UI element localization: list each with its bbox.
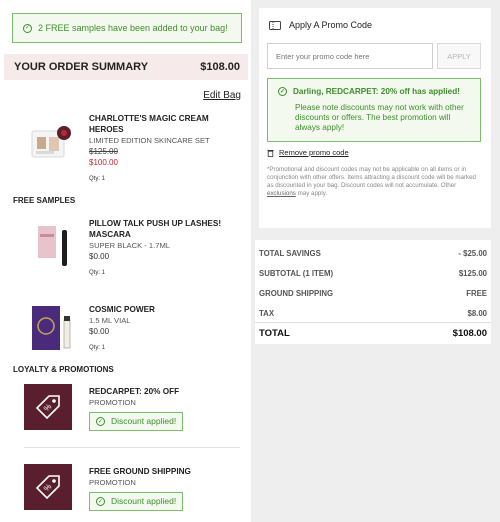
product-image [24, 119, 74, 169]
discount-applied-badge: ✓ Discount applied! [89, 412, 184, 431]
order-summary-total: $108.00 [200, 61, 240, 73]
grand-total-value: $108.00 [452, 328, 487, 339]
sample-quantity: Qty: 1 [89, 345, 106, 351]
loyalty-promotions-title: LOYALTY & PROMOTIONS [13, 365, 114, 374]
grand-total-row: TOTAL $108.00 [259, 328, 487, 339]
tax-row: TAX $8.00 [259, 309, 487, 318]
total-savings-row: TOTAL SAVINGS - $25.00 [259, 249, 487, 258]
promo-code-title: Apply A Promo Code [289, 20, 373, 30]
shipping-value: FREE [466, 289, 487, 298]
promo-code-panel: Apply A Promo Code APPLY ✓ Darling, REDC… [259, 8, 491, 228]
total-savings-value: - $25.00 [458, 249, 487, 258]
product-name[interactable]: CHARLOTTE'S MAGIC CREAM HEROES [89, 113, 239, 135]
product-variant: LIMITED EDITION SKINCARE SET [89, 136, 210, 145]
free-samples-title: FREE SAMPLES [13, 196, 76, 205]
sample-price: $0.00 [89, 327, 110, 336]
promotion-type: PROMOTION [89, 398, 136, 407]
grand-total-label: TOTAL [259, 328, 290, 339]
promo-success-body: Please note discounts may not work with … [295, 103, 464, 132]
apply-button[interactable]: APPLY [437, 43, 481, 69]
ticket-icon [269, 20, 281, 30]
tax-label: TAX [259, 309, 275, 318]
order-summary-header: YOUR ORDER SUMMARY $108.00 [4, 54, 248, 80]
quantity: Qty: 1 [89, 176, 106, 182]
order-summary-title: YOUR ORDER SUMMARY [14, 61, 149, 73]
remove-promo-link[interactable]: Remove promo code [267, 148, 349, 157]
promo-code-header: Apply A Promo Code [269, 20, 372, 30]
check-circle-icon: ✓ [96, 417, 105, 426]
divider [24, 447, 240, 448]
product-details: CHARLOTTE'S MAGIC CREAM HEROES LIMITED E… [89, 113, 239, 185]
sample-quantity: Qty: 1 [89, 270, 106, 276]
total-savings-label: TOTAL SAVINGS [259, 249, 321, 258]
promotion-details: FREE GROUND SHIPPING PROMOTION ✓ Discoun… [89, 466, 239, 511]
edit-bag-link[interactable]: Edit Bag [203, 90, 241, 101]
svg-text:%: % [42, 402, 53, 413]
order-summary-panel: ✓ 2 FREE samples have been added to your… [0, 0, 251, 522]
discount-status: Discount applied! [111, 416, 177, 426]
check-circle-icon: ✓ [96, 497, 105, 506]
sample-name[interactable]: PILLOW TALK PUSH UP LASHES! MASCARA [89, 218, 239, 240]
price-tag-icon: % [35, 395, 60, 420]
promo-code-input[interactable] [267, 43, 433, 69]
totals-divider [255, 322, 491, 323]
order-totals: TOTAL SAVINGS - $25.00 SUBTOTAL (1 ITEM)… [255, 240, 491, 344]
check-circle-icon: ✓ [23, 23, 32, 33]
promo-success-title: Darling, REDCARPET: 20% off has applied! [293, 87, 460, 96]
notification-text: 2 FREE samples have been added to your b… [38, 23, 228, 33]
discount-status: Discount applied! [111, 496, 177, 506]
exclusions-link[interactable]: exclusions [267, 190, 296, 197]
svg-text:%: % [42, 482, 53, 493]
samples-added-notification: ✓ 2 FREE samples have been added to your… [12, 13, 242, 43]
sample-name[interactable]: COSMIC POWER [89, 304, 239, 315]
promotion-name: REDCARPET: 20% OFF [89, 387, 180, 396]
promotion-tag-image: % [24, 464, 72, 510]
sale-price: $100.00 [89, 158, 118, 167]
check-circle-icon: ✓ [278, 87, 287, 96]
promotion-details: REDCARPET: 20% OFF PROMOTION ✓ Discount … [89, 386, 239, 431]
price-tag-icon: % [35, 475, 60, 500]
sample-image [24, 302, 74, 352]
checkout-sidebar: Apply A Promo Code APPLY ✓ Darling, REDC… [251, 0, 500, 522]
shipping-row: GROUND SHIPPING FREE [259, 289, 487, 298]
promotion-type: PROMOTION [89, 478, 136, 487]
promotion-name: FREE GROUND SHIPPING [89, 467, 191, 476]
sample-price: $0.00 [89, 252, 110, 261]
tax-value: $8.00 [467, 309, 487, 318]
remove-promo-label[interactable]: Remove promo code [279, 148, 349, 157]
sample-image [24, 222, 74, 272]
sample-details: COSMIC POWER 1.5 ML VIAL $0.00 Qty: 1 [89, 304, 239, 354]
sample-details: PILLOW TALK PUSH UP LASHES! MASCARA SUPE… [89, 218, 239, 279]
sample-variant: SUPER BLACK - 1.7ML [89, 241, 171, 250]
original-price: $125.00 [89, 147, 118, 156]
subtotal-value: $125.00 [458, 269, 487, 278]
discount-applied-badge: ✓ Discount applied! [89, 492, 184, 511]
sample-variant: 1.5 ML VIAL [89, 316, 131, 325]
promo-applied-message: ✓ Darling, REDCARPET: 20% off has applie… [267, 78, 481, 142]
subtotal-row: SUBTOTAL (1 ITEM) $125.00 [259, 269, 487, 278]
promotion-tag-image: % [24, 384, 72, 430]
subtotal-label: SUBTOTAL (1 ITEM) [259, 269, 334, 278]
trash-icon [267, 149, 274, 157]
shipping-label: GROUND SHIPPING [259, 289, 334, 298]
promo-fineprint: *Promotional and discount codes may not … [267, 166, 476, 197]
